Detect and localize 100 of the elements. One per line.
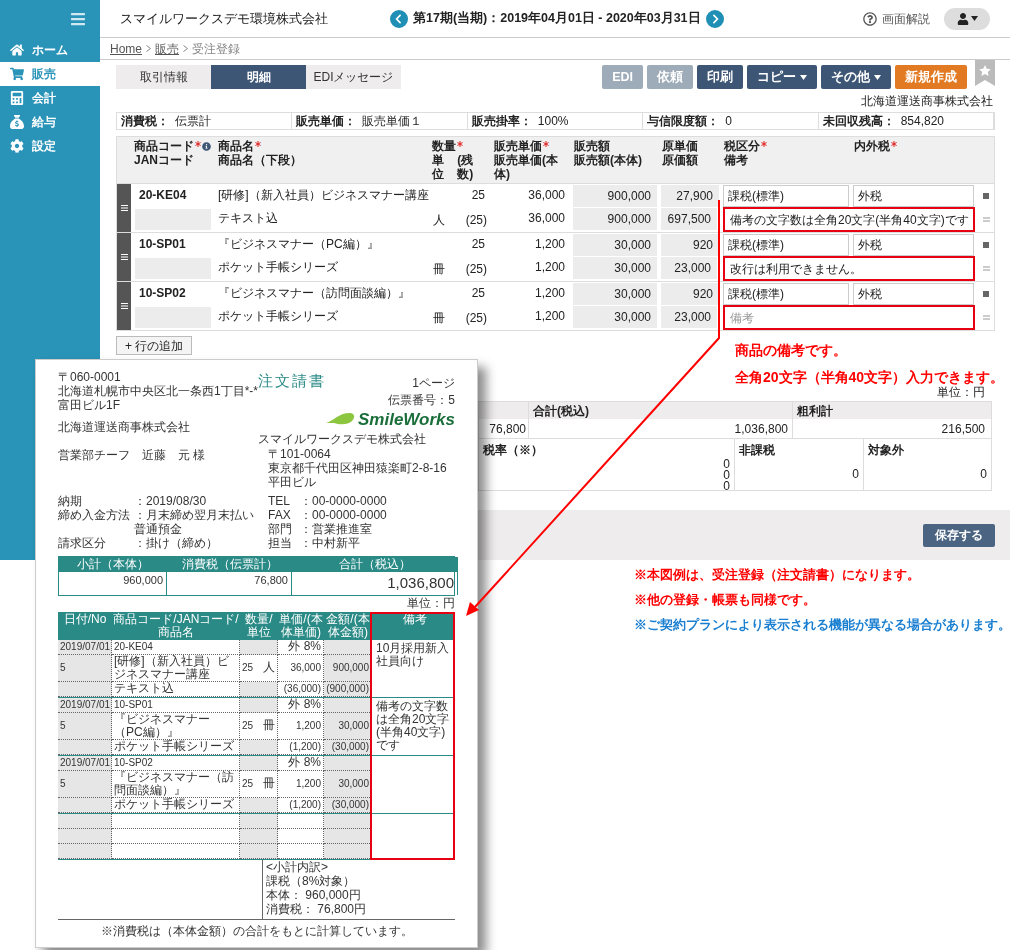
unit-label: 単位：円	[937, 385, 985, 401]
product-name-cell: 『ビジネスマナー（PC編）』	[112, 712, 240, 740]
issuer-address: 〒101-0064	[267, 447, 332, 461]
sidebar-item[interactable]: 販売	[0, 62, 100, 86]
page-number: 1ページ	[412, 375, 455, 392]
unit-price-net: 1,200	[533, 308, 566, 325]
contact-label: 部門	[268, 522, 293, 536]
action-button[interactable]: コピー	[747, 65, 817, 89]
summary-value: 0	[852, 466, 859, 483]
square-icon[interactable]	[983, 241, 989, 248]
contact-label: 担当	[268, 536, 293, 550]
tax-type-field[interactable]: 外税	[853, 185, 974, 207]
save-button[interactable]: 保存する	[923, 523, 995, 547]
drag-handle[interactable]	[117, 184, 131, 232]
summary-label: 税率（※）	[483, 442, 544, 459]
action-button[interactable]: その他	[821, 65, 891, 89]
unit-cell: 冊	[263, 719, 275, 732]
tax-class-field[interactable]: 課税(標準)	[723, 234, 849, 256]
tax-class-field[interactable]: 課税(標準)	[723, 283, 849, 305]
user-menu[interactable]	[944, 7, 990, 30]
contact-label: FAX	[268, 508, 292, 522]
column-subheader: 商品名（下段）	[218, 153, 302, 167]
issuer-address: 平田ビル	[267, 475, 317, 489]
fiscal-period: 第17期(当期)：2019年04月01日 - 2020年03月31日	[413, 10, 701, 28]
bookmark-star-icon[interactable]	[975, 60, 995, 86]
column-header: 商品名	[218, 139, 254, 153]
unit-price: 1,200	[533, 236, 566, 253]
help-icon	[863, 11, 877, 26]
remark-field[interactable]: 改行は利用できません。	[723, 256, 975, 281]
product-code: 10-SP02	[138, 285, 187, 302]
menu-icon[interactable]	[70, 11, 86, 27]
column-subheader: (残数)	[457, 153, 475, 181]
drag-handle[interactable]	[117, 233, 131, 281]
info-value: 伝票計	[175, 113, 211, 130]
info-label: 販売単価：	[296, 113, 357, 130]
unit-price: 1,200	[533, 285, 566, 302]
totals-value: 960,000	[59, 572, 167, 595]
tab[interactable]: 明細	[211, 65, 306, 89]
issuer-address: 東京都千代田区神田猿楽町2-8-16	[267, 461, 448, 475]
breakdown-base: 本体： 960,000円	[266, 887, 362, 902]
contact-value: ：営業推進室	[300, 522, 372, 536]
cart-icon	[10, 67, 24, 81]
tax-class-field[interactable]: 課税(標準)	[723, 185, 849, 207]
number-cell: 5	[58, 654, 112, 682]
money-bag-icon	[10, 115, 24, 129]
next-icon[interactable]	[705, 9, 724, 28]
summary-label: 合計(税込)	[529, 402, 792, 419]
unit-price: 36,000	[527, 187, 566, 204]
column-header: 商品コード	[134, 139, 194, 153]
issuer-company: スマイルワークスデモ株式会社	[258, 432, 427, 447]
info-value: 販売単価１	[362, 113, 423, 130]
breadcrumb-link[interactable]: 販売	[155, 39, 179, 58]
column-header: 備考	[401, 611, 428, 628]
sales-amount-net: 30,000	[573, 306, 657, 328]
unit-label: 単位：円	[407, 595, 455, 610]
product-name-cell: 『ビジネスマナー（訪問面談編）』	[112, 770, 240, 798]
remark-field[interactable]: 備考の文字数は全角20文字(半角40文字)です	[723, 207, 975, 232]
totals-header: 合計（税込）	[292, 557, 458, 572]
square-icon[interactable]	[983, 192, 989, 199]
term-value: ：2019/08/30	[134, 494, 207, 508]
breadcrumb-link[interactable]: Home	[110, 39, 142, 58]
contact-label: TEL	[268, 494, 291, 508]
info-icon[interactable]	[202, 141, 211, 151]
column-header: 税区分	[724, 139, 760, 153]
quantity-cell: 25	[242, 661, 254, 674]
tab[interactable]: 取引情報	[116, 65, 211, 89]
totals-header: 消費税（伝票計）	[167, 557, 292, 572]
number-cell: 5	[58, 770, 112, 798]
company-name: スマイルワークスデモ環境株式会社	[120, 9, 329, 28]
product-name-lower: テキスト込	[217, 210, 279, 227]
previous-icon[interactable]	[390, 9, 408, 28]
calculator-icon	[10, 91, 24, 105]
action-button[interactable]: 印刷	[697, 65, 743, 89]
sidebar-item[interactable]: 給与	[0, 110, 100, 134]
product-name: 『ビジネスマナー（PC編）』	[217, 236, 380, 253]
drag-lines-icon	[120, 303, 128, 309]
column-header: 商品コード/JANコード/商品名	[112, 611, 240, 640]
column-header: 金額/(本体金額)	[325, 611, 371, 640]
drag-handle[interactable]	[117, 282, 131, 330]
help-link[interactable]: 画面解説	[863, 9, 930, 28]
user-icon	[956, 12, 969, 25]
column-subheader: 販売単価(本体)	[494, 153, 559, 181]
summary-value: 1,036,800	[733, 420, 789, 438]
drag-lines-icon	[120, 254, 128, 260]
sidebar-item[interactable]: ホーム	[0, 38, 100, 62]
unit-cell: 冊	[263, 777, 275, 790]
column-subheader: 単位	[432, 153, 445, 181]
term-label: 納期	[58, 494, 83, 508]
chevron-icon	[146, 45, 151, 52]
tax-type-field[interactable]: 外税	[853, 234, 974, 256]
sales-amount-net: 900,000	[573, 208, 657, 230]
add-row-button[interactable]: + 行の追加	[116, 336, 193, 355]
sidebar-item[interactable]: 設定	[0, 134, 100, 158]
info-value: 854,820	[900, 113, 944, 130]
sidebar-item[interactable]: 会計	[0, 86, 100, 110]
remaining-quantity: (25)	[465, 260, 487, 278]
tab[interactable]: EDIメッセージ	[306, 65, 401, 89]
column-subheader: JANコード	[134, 153, 194, 167]
tax-type-field[interactable]: 外税	[853, 283, 974, 305]
square-icon[interactable]	[983, 290, 989, 297]
